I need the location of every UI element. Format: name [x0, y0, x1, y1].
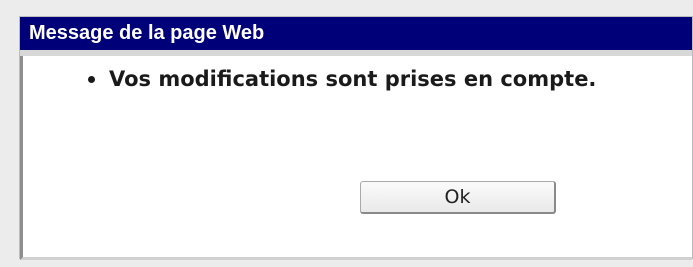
message-item: Vos modifications sont prises en compte. [88, 65, 648, 93]
message-text: Vos modifications sont prises en compte. [109, 67, 597, 91]
message-list: Vos modifications sont prises en compte. [88, 65, 648, 93]
message-dialog: Message de la page Web Vos modifications… [19, 16, 693, 260]
bullet-icon [88, 76, 95, 83]
ok-button[interactable]: Ok [360, 181, 556, 214]
dialog-title: Message de la page Web [20, 17, 692, 50]
